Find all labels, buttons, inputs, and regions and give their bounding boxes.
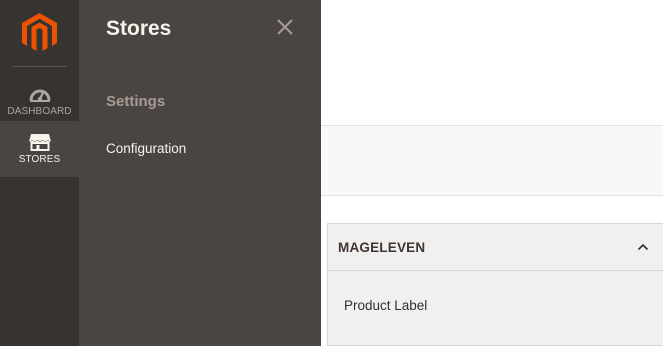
config-group-header[interactable]: MAGELEVEN [328, 224, 663, 271]
config-group-title: MAGELEVEN [338, 240, 426, 255]
nav-item-label: DASHBOARD [7, 106, 72, 117]
submenu-link-configuration[interactable]: Configuration [106, 141, 186, 156]
nav-item-stores[interactable]: STORES [0, 121, 79, 177]
dashboard-icon [29, 89, 50, 102]
page-actions-bar [321, 126, 663, 196]
admin-nav: DASHBOARD STORES [0, 0, 79, 346]
submenu-title: Stores [106, 17, 172, 40]
stores-submenu: Stores Settings Configuration [79, 0, 321, 346]
magento-logo[interactable] [22, 13, 57, 51]
config-item-product-label[interactable]: Product Label [344, 298, 427, 313]
nav-item-label: STORES [18, 154, 61, 165]
chevron-up-icon[interactable] [637, 241, 649, 253]
submenu-section-settings: Settings [106, 93, 166, 110]
page-header [321, 0, 663, 126]
nav-divider [12, 66, 67, 67]
close-icon[interactable] [276, 18, 294, 36]
store-icon [28, 134, 51, 151]
config-group-panel: MAGELEVEN Product Label [327, 223, 663, 346]
